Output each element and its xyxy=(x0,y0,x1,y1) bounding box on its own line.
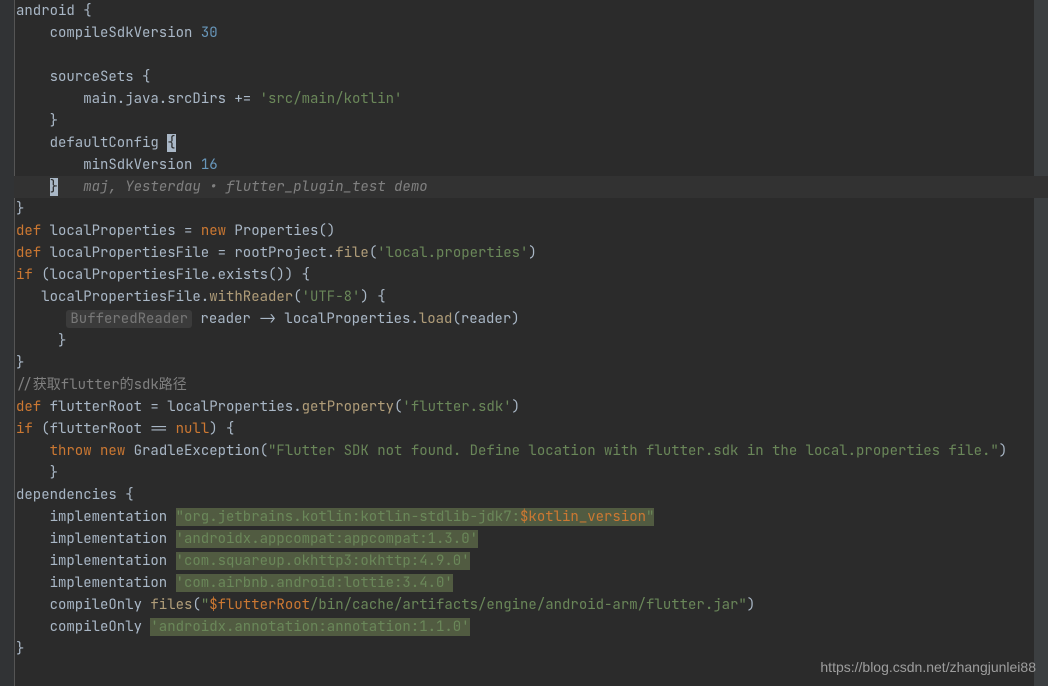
param-hint: BufferedReader xyxy=(66,310,192,328)
code-area[interactable]: android { compileSdkVersion 30 sourceSet… xyxy=(14,0,1048,660)
caret: { xyxy=(167,134,175,152)
gutter xyxy=(0,0,15,686)
code-line: compileSdkVersion 30 xyxy=(14,22,1048,44)
code-line: defaultConfig { xyxy=(14,132,1048,154)
code-line: minSdkVersion 16 xyxy=(14,154,1048,176)
code-line: } xyxy=(14,110,1048,132)
code-line: } xyxy=(14,462,1048,484)
inline-author-hint: maj, Yesterday • flutter_plugin_test dem… xyxy=(83,178,427,196)
code-line: } xyxy=(14,198,1048,220)
code-line: if (localPropertiesFile.exists()) { xyxy=(14,264,1048,286)
code-line: BufferedReader reader -> localProperties… xyxy=(14,308,1048,330)
caret: } xyxy=(50,178,58,196)
watermark: https://blog.csdn.net/zhangjunlei88 xyxy=(820,656,1036,678)
code-line: sourceSets { xyxy=(14,66,1048,88)
code-line xyxy=(14,44,1048,66)
code-line: def localProperties = new Properties() xyxy=(14,220,1048,242)
code-line: implementation 'com.squareup.okhttp3:okh… xyxy=(14,550,1048,572)
code-line: throw new GradleException("Flutter SDK n… xyxy=(14,440,1048,462)
code-line: android { xyxy=(14,0,1048,22)
code-line: if (flutterRoot == null) { xyxy=(14,418,1048,440)
code-line: } xyxy=(14,330,1048,352)
code-line-current: } maj, Yesterday • flutter_plugin_test d… xyxy=(14,176,1048,198)
code-editor[interactable]: android { compileSdkVersion 30 sourceSet… xyxy=(0,0,1048,686)
code-line: compileOnly 'androidx.annotation:annotat… xyxy=(14,616,1048,638)
code-line: implementation 'androidx.appcompat:appco… xyxy=(14,528,1048,550)
code-line: main.java.srcDirs += 'src/main/kotlin' xyxy=(14,88,1048,110)
code-line: } xyxy=(14,352,1048,374)
code-line: dependencies { xyxy=(14,484,1048,506)
code-line: def flutterRoot = localProperties.getPro… xyxy=(14,396,1048,418)
code-line: compileOnly files("$flutterRoot/bin/cach… xyxy=(14,594,1048,616)
code-line: implementation "org.jetbrains.kotlin:kot… xyxy=(14,506,1048,528)
code-line: implementation 'com.airbnb.android:lotti… xyxy=(14,572,1048,594)
code-line: localPropertiesFile.withReader('UTF-8') … xyxy=(14,286,1048,308)
code-line: def localPropertiesFile = rootProject.fi… xyxy=(14,242,1048,264)
code-line: //获取flutter的sdk路径 xyxy=(14,374,1048,396)
